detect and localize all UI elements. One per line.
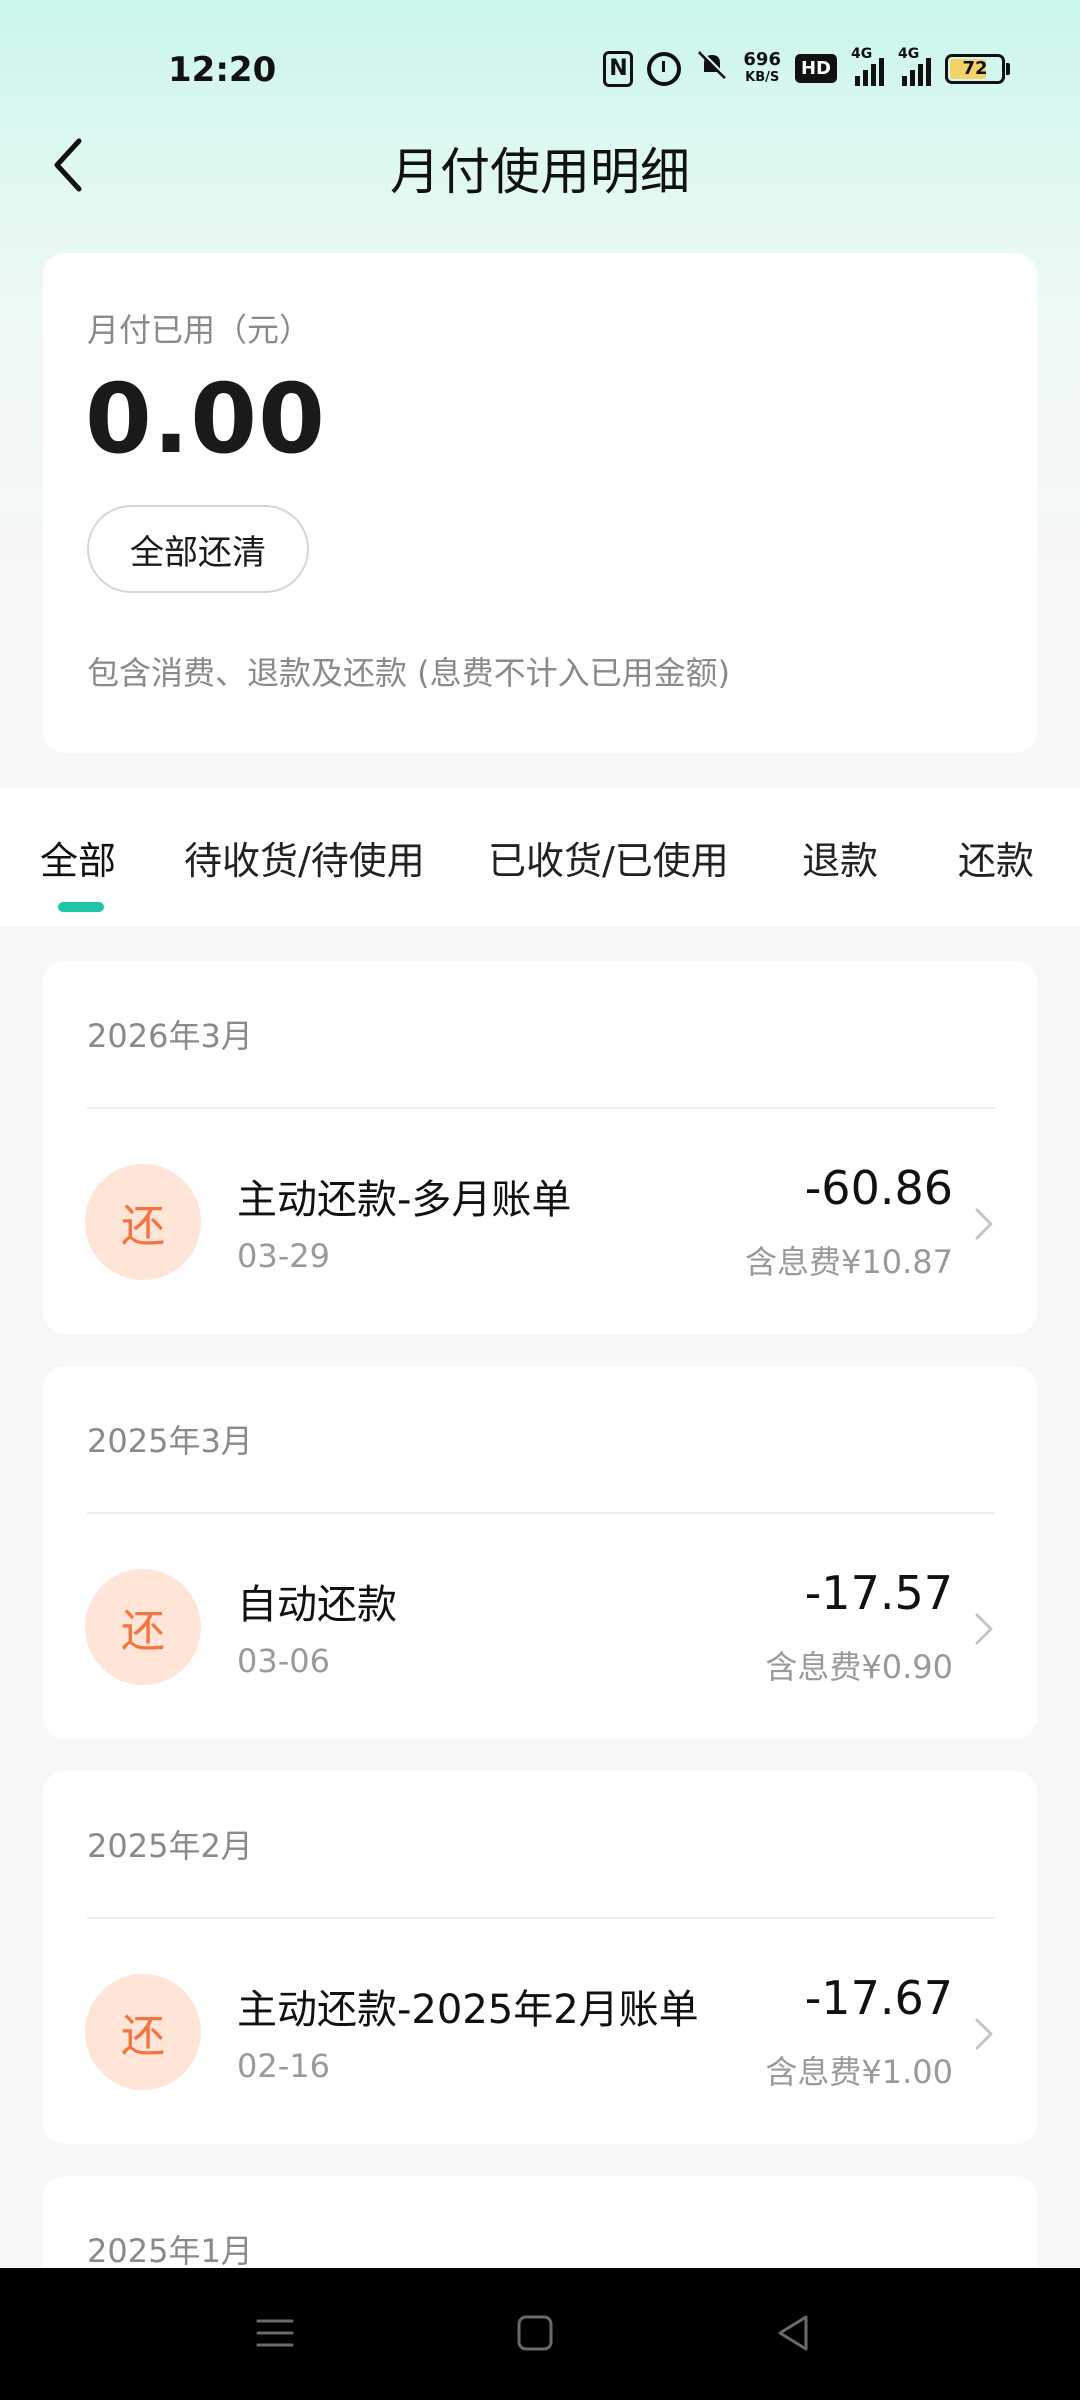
back-triangle-icon[interactable] — [768, 2308, 818, 2358]
used-amount-value: 0.00 — [85, 363, 326, 475]
tab-repayment[interactable]: 还款 — [958, 830, 1034, 885]
system-navigation-bar — [0, 2268, 1080, 2400]
transaction-row[interactable]: 还 主动还款-多月账单 03-29 -60.86 含息费¥10.87 — [43, 1109, 1037, 1334]
home-icon[interactable] — [510, 2308, 560, 2358]
signal-icon: 4G — [851, 46, 884, 86]
transaction-amount: -17.57 — [804, 1566, 953, 1620]
page-title: 月付使用明细 — [390, 143, 690, 201]
network-speed-value: 696 — [743, 48, 781, 70]
transaction-title: 主动还款-多月账单 — [237, 1177, 572, 1223]
month-group: 2025年3月 还 自动还款 03-06 -17.57 含息费¥0.90 — [43, 1366, 1037, 1739]
transaction-title: 主动还款-2025年2月账单 — [237, 1987, 699, 2033]
tab-received[interactable]: 已收货/已使用 — [488, 830, 729, 885]
tab-pending[interactable]: 待收货/待使用 — [184, 830, 425, 885]
transaction-row[interactable]: 还 主动还款-2025年2月账单 02-16 -17.67 含息费¥1.00 — [43, 1919, 1037, 2144]
transaction-fee: 含息费¥10.87 — [745, 1243, 953, 1281]
chevron-right-icon — [975, 1613, 993, 1645]
repayment-icon: 还 — [85, 1164, 201, 1280]
chevron-right-icon — [975, 1208, 993, 1240]
status-icons: N 696 KB/S HD 4G 4G 72 — [603, 46, 1010, 89]
month-label: 2025年2月 — [87, 1827, 253, 1865]
tab-refund[interactable]: 退款 — [802, 830, 878, 885]
transaction-title: 自动还款 — [237, 1582, 397, 1628]
menu-icon[interactable] — [250, 2308, 300, 2358]
repayment-icon: 还 — [85, 1569, 201, 1685]
transaction-row[interactable]: 还 自动还款 03-06 -17.57 含息费¥0.90 — [43, 1514, 1037, 1739]
filter-tabs: 全部 待收货/待使用 已收货/已使用 退款 还款 — [0, 788, 1080, 926]
transaction-date: 02-16 — [237, 2047, 330, 2085]
summary-note: 包含消费、退款及还款 (息费不计入已用金额) — [87, 654, 731, 692]
transaction-fee: 含息费¥0.90 — [765, 1648, 953, 1686]
battery-level: 72 — [962, 57, 988, 79]
month-label: 2026年3月 — [87, 1017, 253, 1055]
used-amount-label: 月付已用（元） — [87, 311, 312, 349]
month-label: 2025年1月 — [87, 2232, 253, 2270]
alarm-icon — [647, 51, 682, 86]
transaction-amount: -17.67 — [804, 1971, 953, 2025]
pay-all-button[interactable]: 全部还清 — [87, 505, 309, 593]
month-group: 2026年3月 还 主动还款-多月账单 03-29 -60.86 含息费¥10.… — [43, 961, 1037, 1334]
transaction-date: 03-29 — [237, 1237, 330, 1275]
status-bar: 12:20 N 696 KB/S HD 4G 4G 72 — [0, 0, 1080, 140]
transaction-amount: -60.86 — [804, 1161, 953, 1215]
battery-icon: 72 — [945, 53, 1010, 84]
mute-icon — [695, 48, 729, 89]
summary-card: 月付已用（元） 0.00 全部还清 包含消费、退款及还款 (息费不计入已用金额) — [43, 253, 1037, 753]
nfc-icon: N — [603, 50, 634, 87]
repayment-icon: 还 — [85, 1974, 201, 2090]
transaction-date: 03-06 — [237, 1642, 330, 1680]
tab-all[interactable]: 全部 — [40, 830, 116, 885]
transaction-fee: 含息费¥1.00 — [765, 2053, 953, 2091]
signal-icon-2: 4G — [898, 46, 931, 86]
hd-voice-icon: HD — [794, 54, 837, 83]
chevron-right-icon — [975, 2018, 993, 2050]
status-time: 12:20 — [168, 50, 277, 90]
network-type-label: 4G — [851, 45, 873, 62]
network-speed-unit: KB/S — [745, 69, 780, 85]
active-tab-indicator — [58, 902, 104, 912]
network-type-label-2: 4G — [898, 45, 920, 62]
month-label: 2025年3月 — [87, 1422, 253, 1460]
month-group: 2025年2月 还 主动还款-2025年2月账单 02-16 -17.67 含息… — [43, 1771, 1037, 2144]
network-speed-indicator: 696 KB/S — [743, 48, 781, 87]
